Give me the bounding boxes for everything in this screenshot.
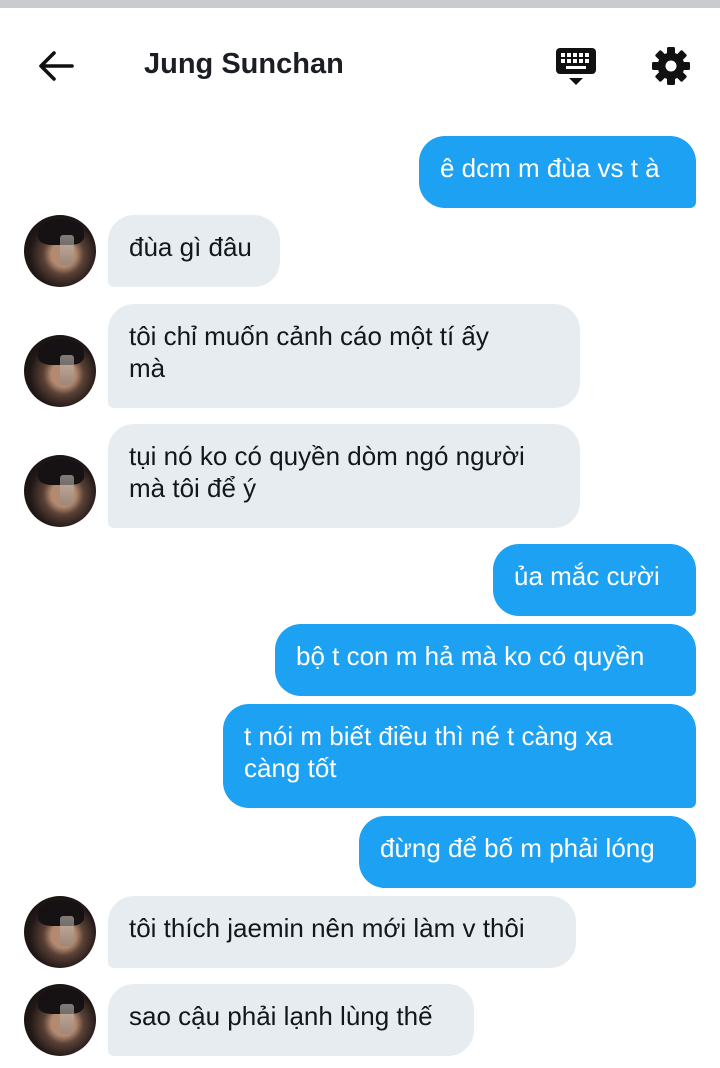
arrow-left-icon [39, 51, 74, 81]
avatar[interactable] [24, 455, 96, 527]
message-bubble[interactable]: bộ t con m hả mà ko có quyền [275, 624, 696, 696]
back-button[interactable] [30, 42, 82, 90]
message-bubble[interactable]: tôi thích jaemin nên mới làm v thôi [108, 896, 576, 968]
avatar[interactable] [24, 335, 96, 407]
avatar[interactable] [24, 215, 96, 287]
message-bubble[interactable]: tụi nó ko có quyền dòm ngó người mà tôi … [108, 424, 580, 528]
message-bubble[interactable]: đừng để bố m phải lóng [359, 816, 696, 888]
conversation-title: Jung Sunchan [144, 48, 344, 80]
avatar[interactable] [24, 896, 96, 968]
message-bubble[interactable]: t nói m biết điều thì né t càng xa càng … [223, 704, 696, 808]
keyboard-button[interactable] [552, 42, 600, 90]
message-bubble[interactable]: ủa mắc cười [493, 544, 696, 616]
message-bubble[interactable]: ê dcm m đùa vs t à [419, 136, 696, 208]
status-bar [0, 0, 720, 8]
message-bubble[interactable]: tôi chỉ muốn cảnh cáo một tí ấy mà [108, 304, 580, 408]
settings-button[interactable] [647, 42, 695, 90]
message-bubble[interactable]: đùa gì đâu [108, 215, 280, 287]
avatar[interactable] [24, 984, 96, 1056]
gear-icon [652, 47, 690, 85]
message-bubble[interactable]: sao cậu phải lạnh lùng thế [108, 984, 474, 1056]
keyboard-icon [556, 48, 596, 85]
conversation-header: Jung Sunchan [0, 8, 720, 120]
